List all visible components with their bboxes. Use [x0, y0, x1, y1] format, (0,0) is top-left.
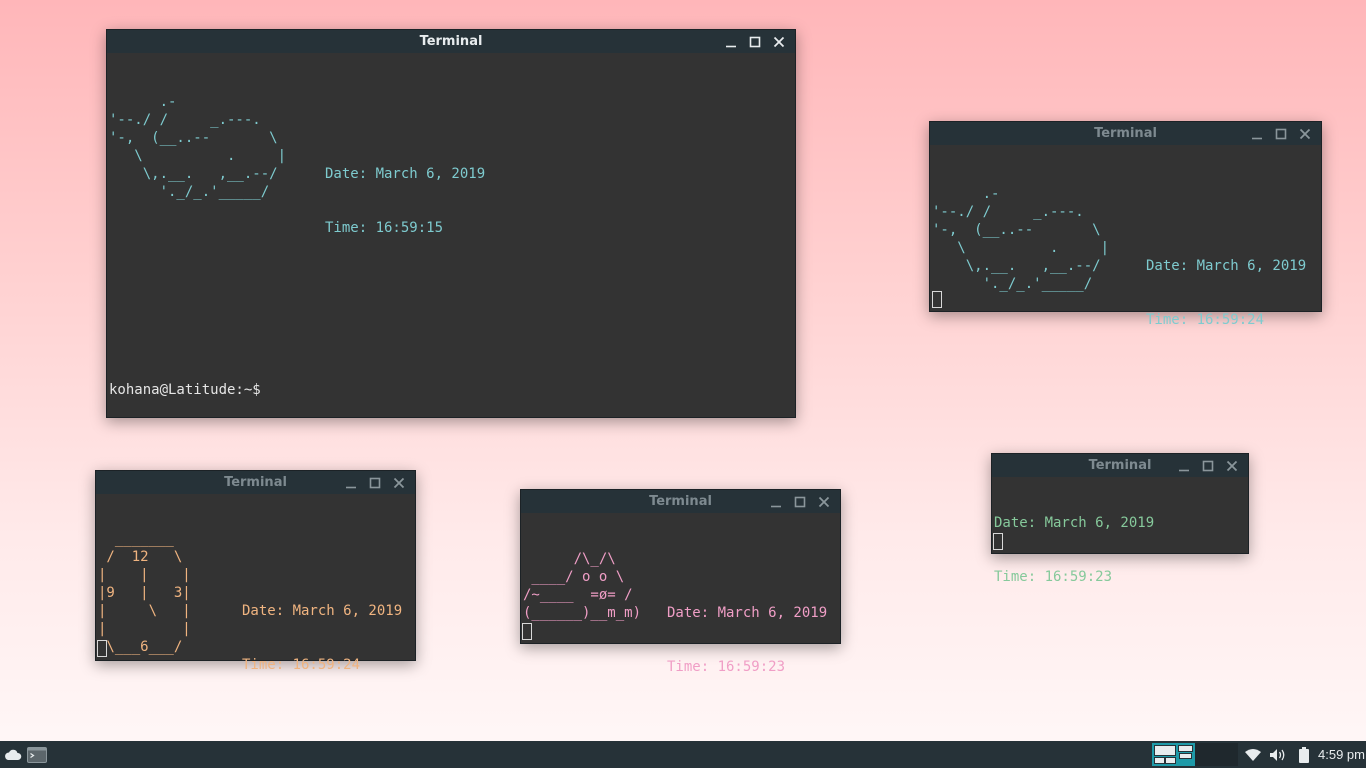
time-readout: Time: 16:59:23	[994, 569, 1113, 585]
titlebar[interactable]: Terminal	[992, 454, 1248, 477]
window-title: Terminal	[419, 34, 483, 49]
close-button[interactable]	[389, 473, 409, 493]
terminal-icon	[27, 746, 47, 763]
terminal-window-small[interactable]: Terminal Date: March 6, 2019 Time: 16:59…	[991, 453, 1249, 585]
minimize-button[interactable]	[341, 473, 361, 493]
close-button[interactable]	[769, 32, 789, 52]
minimize-icon	[346, 486, 356, 488]
taskbar: 4:59 pm	[0, 741, 1366, 768]
maximize-button[interactable]	[745, 32, 765, 52]
date-readout: Date: March 6, 2019	[325, 166, 486, 182]
terminal-content[interactable]: .- '--./ / _.---. '-, (__..-- \ \ . | \,…	[930, 145, 1321, 401]
ascii-art-logo: .- '--./ / _.---. '-, (__..-- \ \ . | \,…	[109, 94, 287, 200]
battery-tray-icon[interactable]	[1294, 741, 1314, 768]
minimize-icon	[1179, 469, 1189, 471]
close-button[interactable]	[1222, 456, 1242, 476]
minimize-button[interactable]	[721, 32, 741, 52]
time-readout: Time: 16:59:24	[242, 657, 361, 673]
maximize-button[interactable]	[790, 492, 810, 512]
minimize-icon	[726, 45, 736, 47]
terminal-window-topright[interactable]: Terminal .- '--./ / _.---. '-, (__..-- \…	[929, 121, 1322, 328]
workspace-pager[interactable]	[1152, 743, 1238, 766]
cloud-icon	[5, 749, 22, 760]
maximize-button[interactable]	[1271, 124, 1291, 144]
time-readout: Time: 16:59:15	[325, 220, 444, 236]
window-title: Terminal	[649, 494, 712, 509]
text-cursor	[522, 623, 532, 640]
battery-icon	[1299, 746, 1309, 763]
wifi-icon	[1245, 748, 1261, 761]
terminal-window-cat[interactable]: Terminal /\_/\ ____/ o o \ /~____ =ø= / …	[520, 489, 841, 675]
terminal-content[interactable]: Date: March 6, 2019 Time: 16:59:23	[992, 477, 1248, 622]
text-cursor	[97, 640, 107, 657]
taskbar-clock[interactable]: 4:59 pm	[1318, 741, 1365, 768]
text-cursor	[993, 533, 1003, 550]
terminal-content[interactable]: .- '--./ / _.---. '-, (__..-- \ \ . | \,…	[107, 53, 795, 435]
date-readout: Date: March 6, 2019	[1146, 258, 1307, 274]
close-button[interactable]	[814, 492, 834, 512]
maximize-button[interactable]	[365, 473, 385, 493]
minimize-icon	[771, 505, 781, 507]
titlebar[interactable]: Terminal	[107, 30, 795, 53]
time-readout: Time: 16:59:24	[1146, 312, 1265, 328]
shell-prompt: kohana@Latitude:~$	[109, 382, 261, 398]
titlebar[interactable]: Terminal	[96, 471, 415, 494]
terminal-launcher-button[interactable]	[26, 741, 48, 768]
volume-tray-icon[interactable]	[1267, 741, 1289, 768]
close-icon	[818, 496, 830, 507]
ascii-art-clock: _______ / 12 \ | | | |9 | 3| | \ | | | \…	[98, 531, 191, 655]
close-icon	[1226, 460, 1238, 471]
terminal-window-clock[interactable]: Terminal _______ / 12 \ | | | |9 | 3| | …	[95, 470, 416, 673]
maximize-icon	[1275, 128, 1287, 139]
minimize-icon	[1252, 137, 1262, 139]
maximize-button[interactable]	[1198, 456, 1218, 476]
minimize-button[interactable]	[1247, 124, 1267, 144]
terminal-content[interactable]: _______ / 12 \ | | | |9 | 3| | \ | | | \…	[96, 494, 415, 746]
workspace-2[interactable]	[1195, 743, 1238, 766]
maximize-icon	[1202, 460, 1214, 471]
time-readout: Time: 16:59:23	[667, 659, 786, 675]
date-readout: Date: March 6, 2019	[242, 603, 403, 619]
volume-icon	[1270, 748, 1285, 761]
app-menu-button[interactable]	[2, 741, 24, 768]
text-cursor	[932, 291, 942, 308]
ascii-art-logo: .- '--./ / _.---. '-, (__..-- \ \ . | \,…	[932, 186, 1110, 292]
close-button[interactable]	[1295, 124, 1315, 144]
close-icon	[773, 36, 785, 47]
maximize-icon	[749, 36, 761, 47]
ascii-art-cat: /\_/\ ____/ o o \ /~____ =ø= / (______)_…	[523, 551, 642, 621]
wifi-tray-icon[interactable]	[1243, 741, 1263, 768]
window-title: Terminal	[1094, 126, 1157, 141]
minimize-button[interactable]	[766, 492, 786, 512]
date-readout: Date: March 6, 2019	[994, 515, 1155, 531]
minimize-button[interactable]	[1174, 456, 1194, 476]
maximize-icon	[369, 477, 381, 488]
terminal-content[interactable]: /\_/\ ____/ o o \ /~____ =ø= / (______)_…	[521, 513, 840, 748]
maximize-icon	[794, 496, 806, 507]
date-readout: Date: March 6, 2019	[667, 605, 828, 621]
window-title: Terminal	[224, 475, 287, 490]
close-icon	[393, 477, 405, 488]
workspace-1[interactable]	[1152, 743, 1195, 766]
window-title: Terminal	[1088, 458, 1152, 473]
titlebar[interactable]: Terminal	[521, 490, 840, 513]
titlebar[interactable]: Terminal	[930, 122, 1321, 145]
terminal-window-main[interactable]: Terminal .- '--./ / _.---. '-, (__..-- \…	[106, 29, 796, 418]
close-icon	[1299, 128, 1311, 139]
